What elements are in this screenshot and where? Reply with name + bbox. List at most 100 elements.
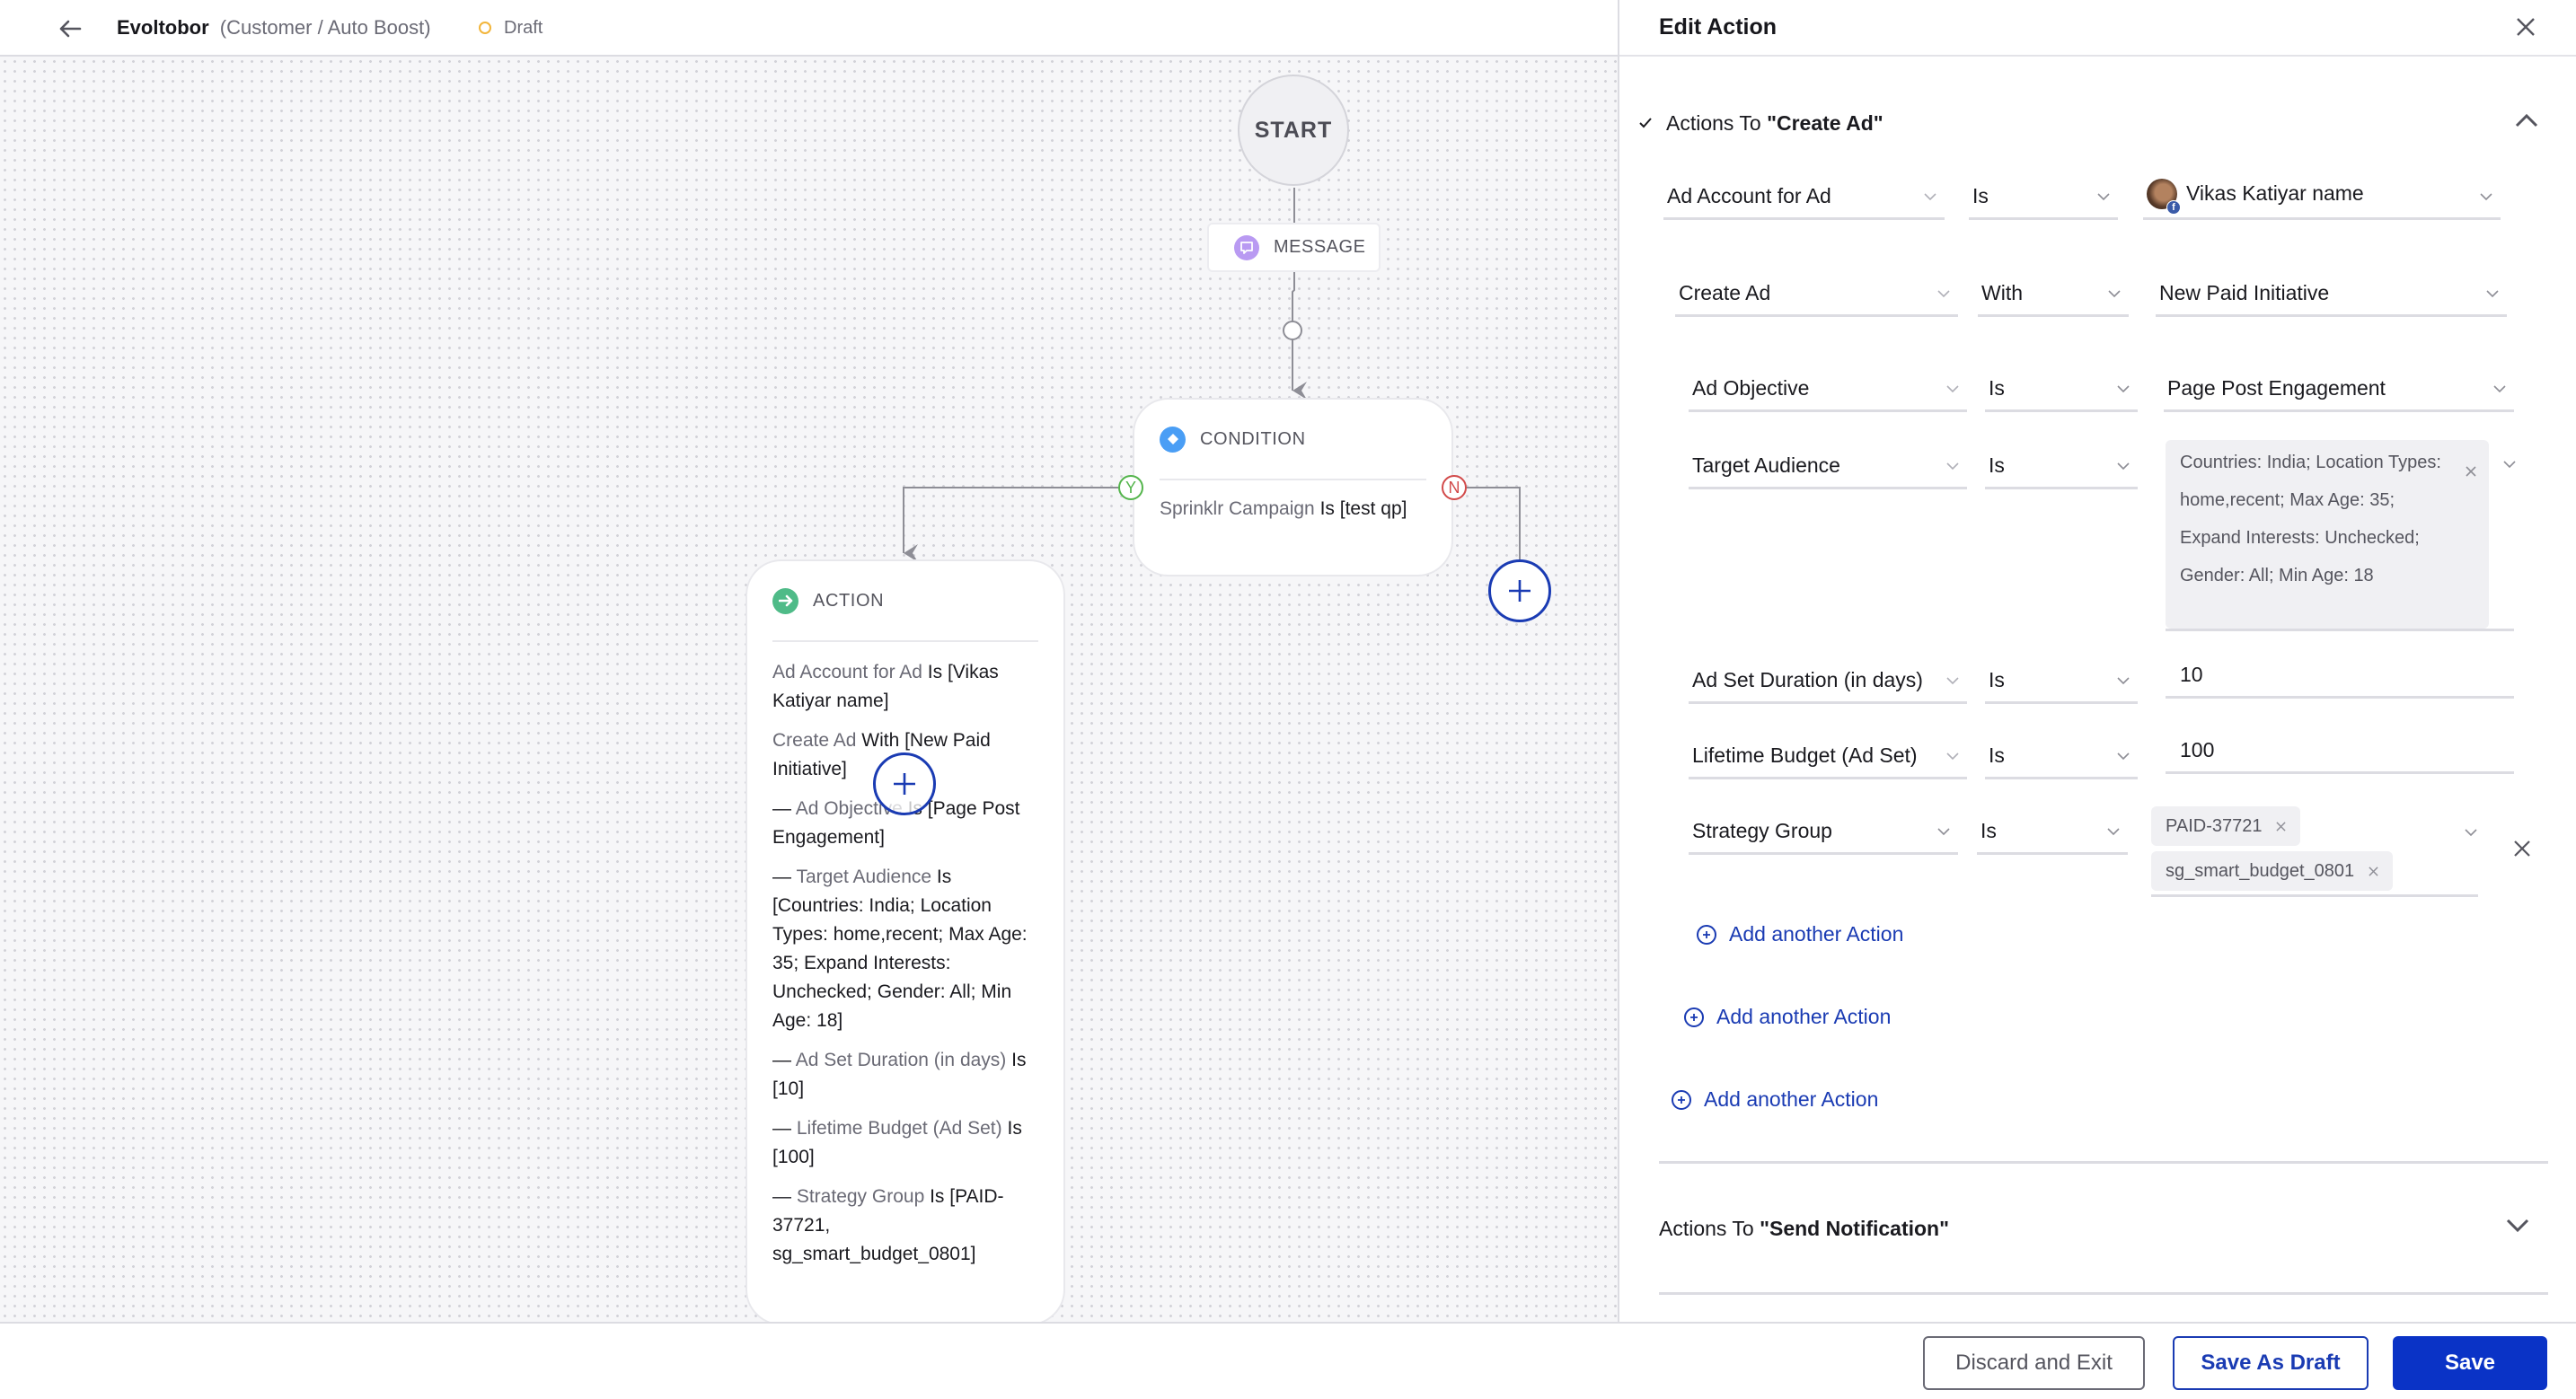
- line-prefix: —: [772, 867, 797, 887]
- field-label: Ad Account for Ad: [1667, 184, 1831, 207]
- remove-chip-button[interactable]: [2369, 866, 2378, 876]
- plus-icon: [1509, 580, 1531, 602]
- operator-label: Is: [1972, 184, 1989, 207]
- discard-and-exit-button[interactable]: Discard and Exit: [1923, 1336, 2145, 1390]
- chevron-down-icon: [2108, 289, 2121, 297]
- link-label: Add another Action: [1704, 1087, 1879, 1111]
- chevron-down-icon: [2493, 384, 2506, 392]
- add-node-button[interactable]: [1488, 559, 1551, 622]
- action-node-label: ACTION: [813, 590, 885, 611]
- back-button[interactable]: [52, 11, 88, 47]
- chevron-down-icon: [1924, 192, 1936, 200]
- action-arrow-icon: [772, 587, 798, 614]
- value-select-ad-account[interactable]: f Vikas Katiyar name: [2143, 175, 2501, 220]
- line-prefix: —: [772, 1186, 797, 1207]
- status-label: Draft: [504, 18, 543, 38]
- field-select-budget[interactable]: Lifetime Budget (Ad Set): [1689, 735, 1967, 779]
- strategy-chip[interactable]: PAID-37721: [2151, 806, 2301, 846]
- chevron-down-icon: [1946, 462, 1959, 470]
- operator-select-create-ad[interactable]: With: [1978, 272, 2129, 317]
- field-label: Strategy Group: [1692, 819, 1832, 842]
- action-line: — Lifetime Budget (Ad Set) Is [100]: [772, 1114, 1038, 1172]
- chevron-down-icon: [2097, 192, 2110, 200]
- flow-canvas[interactable]: START MESSAGE CONDITION Sprinklr Campaig…: [0, 57, 1618, 1322]
- field-select-ad-account[interactable]: Ad Account for Ad: [1663, 175, 1945, 220]
- link-label: Add another Action: [1729, 922, 1904, 946]
- close-icon: [2369, 866, 2378, 876]
- remove-chip-button[interactable]: [2466, 453, 2476, 490]
- operator-select-strategy-group[interactable]: Is: [1977, 810, 2128, 855]
- chevron-down-icon[interactable]: [2502, 460, 2517, 469]
- field-underline: [2151, 894, 2478, 897]
- connector-yes-branch: [903, 487, 1118, 562]
- chevron-up-icon[interactable]: [2514, 110, 2539, 134]
- section-prefix: Actions To: [1659, 1216, 1760, 1240]
- operator-label: Is: [1981, 819, 1997, 842]
- chip-label: PAID-37721: [2166, 815, 2263, 836]
- yes-branch-marker: Y: [1118, 475, 1143, 500]
- close-panel-button[interactable]: [2510, 11, 2542, 43]
- chevron-down-icon[interactable]: [2464, 828, 2478, 837]
- chevron-down-icon: [1946, 752, 1959, 760]
- field-select-ad-objective[interactable]: Ad Objective: [1689, 367, 1967, 412]
- value-select-create-ad[interactable]: New Paid Initiative: [2156, 272, 2507, 317]
- operator-select-duration[interactable]: Is: [1985, 659, 2138, 704]
- chevron-down-icon: [1937, 827, 1950, 835]
- connector-no-branch: [1467, 487, 1521, 559]
- strategy-chip[interactable]: sg_smart_budget_0801: [2151, 851, 2394, 891]
- check-icon: [1632, 118, 1659, 128]
- action-line: — Strategy Group Is [PAID-37721, sg_smar…: [772, 1183, 1038, 1269]
- budget-input[interactable]: 100: [2166, 729, 2514, 774]
- workflow-path: (Customer / Auto Boost): [219, 16, 431, 39]
- condition-node-label: CONDITION: [1200, 428, 1306, 449]
- field-select-create-ad[interactable]: Create Ad: [1675, 272, 1958, 317]
- chevron-down-icon: [1946, 676, 1959, 684]
- value-label: Vikas Katiyar name: [2186, 181, 2364, 205]
- operator-select-ad-objective[interactable]: Is: [1985, 367, 2138, 412]
- operator-select-ad-account[interactable]: Is: [1969, 175, 2118, 220]
- no-branch-marker: N: [1442, 475, 1467, 500]
- start-node[interactable]: START: [1238, 75, 1349, 186]
- section-send-notification-header[interactable]: Actions To "Send Notification": [1659, 1206, 2539, 1251]
- section-name: "Send Notification": [1760, 1216, 1950, 1240]
- save-button[interactable]: Save: [2393, 1336, 2547, 1390]
- line-field: Ad Set Duration (in days): [795, 1050, 1007, 1070]
- avatar: f: [2147, 178, 2181, 215]
- value-select-ad-objective[interactable]: Page Post Engagement: [2164, 367, 2514, 412]
- save-as-draft-button[interactable]: Save As Draft: [2173, 1336, 2369, 1390]
- operator-label: Is: [1989, 668, 2005, 691]
- section-name: "Create Ad": [1767, 110, 1883, 135]
- add-node-button[interactable]: [873, 752, 936, 815]
- target-audience-chip[interactable]: Countries: India; Location Types: home,r…: [2166, 440, 2489, 629]
- status-badge: Draft: [479, 13, 543, 43]
- message-node[interactable]: MESSAGE: [1207, 223, 1381, 272]
- chevron-down-icon: [2117, 752, 2130, 760]
- facebook-icon: f: [2166, 199, 2181, 215]
- field-label: Ad Objective: [1692, 376, 1810, 400]
- add-another-action-link[interactable]: Add another Action: [1672, 1087, 1878, 1112]
- operator-select-target-audience[interactable]: Is: [1985, 444, 2138, 489]
- connector-node-dot: [1283, 321, 1302, 340]
- operator-select-budget[interactable]: Is: [1985, 735, 2138, 779]
- remove-chip-button[interactable]: [2276, 821, 2287, 831]
- line-prefix: —: [772, 1050, 796, 1070]
- remove-row-button[interactable]: [2509, 835, 2536, 862]
- chevron-down-icon[interactable]: [2505, 1215, 2530, 1239]
- line-prefix: —: [772, 798, 796, 819]
- action-node[interactable]: ACTION Ad Account for Ad Is [Vikas Katiy…: [745, 559, 1065, 1322]
- operator-label: With: [1981, 281, 2023, 304]
- value-label: New Paid Initiative: [2159, 281, 2330, 304]
- add-another-action-link[interactable]: Add another Action: [1684, 1005, 1891, 1029]
- condition-node[interactable]: CONDITION Sprinklr Campaign Is [test qp]: [1133, 398, 1453, 576]
- panel-title: Edit Action: [1659, 14, 1778, 40]
- chip-label: Countries: India; Location Types: home,r…: [2180, 453, 2441, 585]
- add-another-action-link[interactable]: Add another Action: [1697, 922, 1903, 946]
- duration-input[interactable]: 10: [2166, 654, 2514, 699]
- field-select-target-audience[interactable]: Target Audience: [1689, 444, 1967, 489]
- field-select-duration[interactable]: Ad Set Duration (in days): [1689, 659, 1967, 704]
- chevron-down-icon: [2486, 289, 2499, 297]
- workflow-name: Evoltobor: [117, 16, 209, 39]
- message-node-label: MESSAGE: [1274, 237, 1366, 257]
- section-create-ad-header[interactable]: Actions To "Create Ad": [1632, 101, 2539, 145]
- field-select-strategy-group[interactable]: Strategy Group: [1689, 810, 1958, 855]
